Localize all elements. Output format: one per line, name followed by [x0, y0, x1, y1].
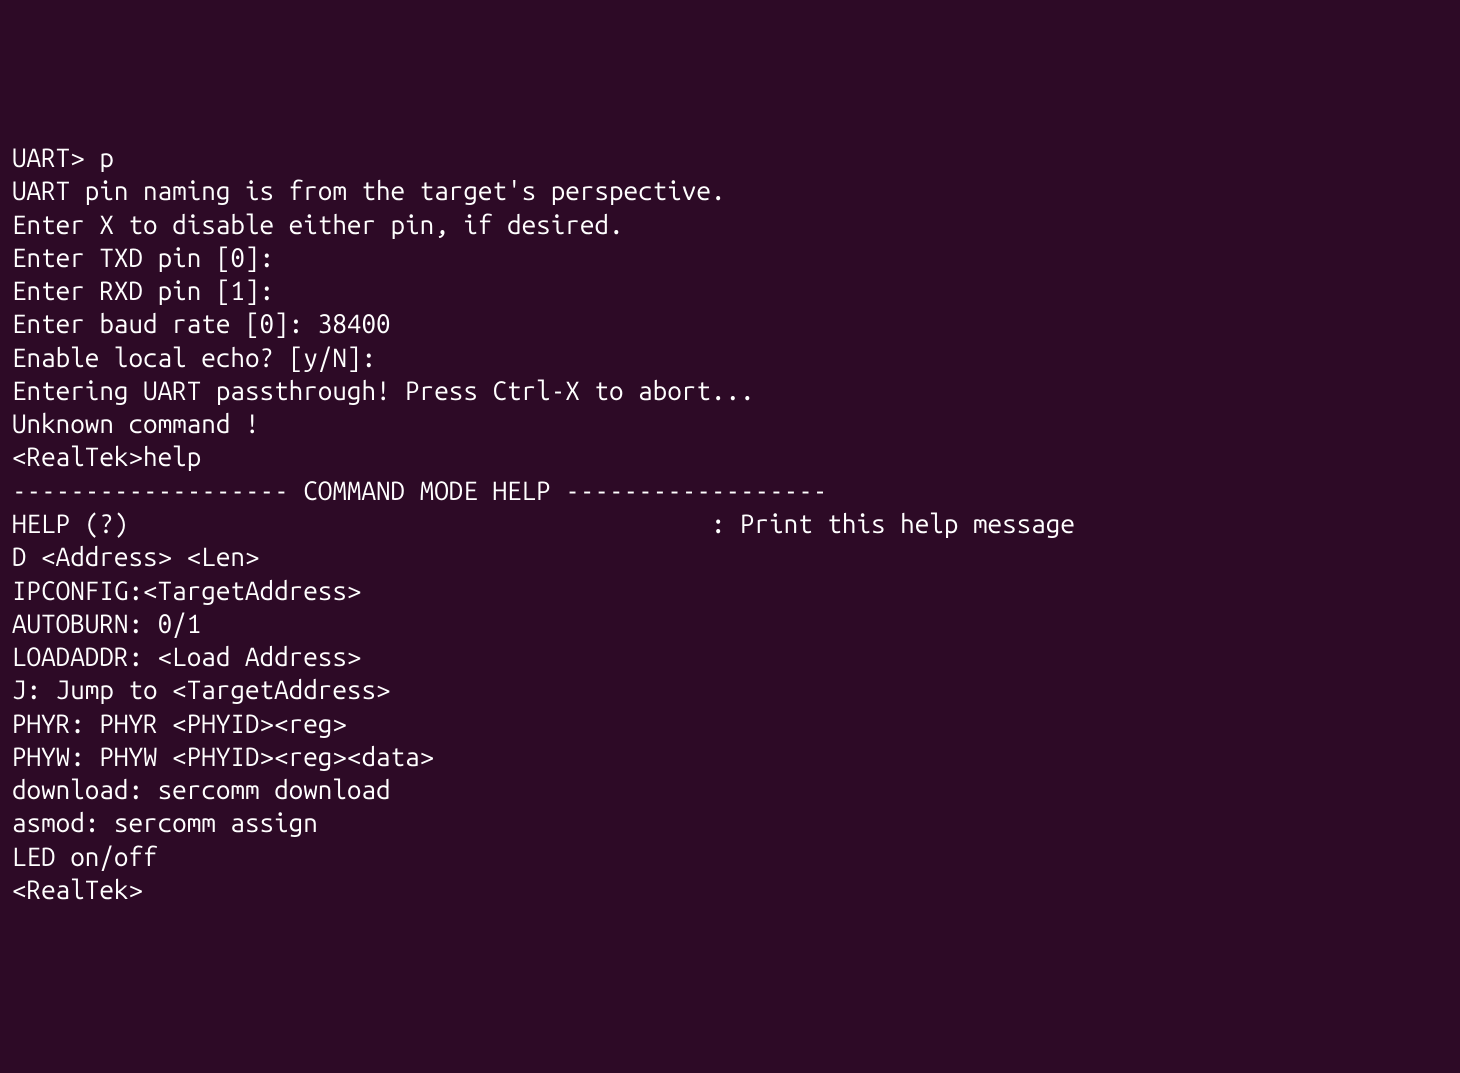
terminal-line: Enable local echo? [y/N]:: [12, 341, 1448, 374]
terminal-line: PHYW: PHYW <PHYID><reg><data>: [12, 740, 1448, 773]
terminal-line: LED on/off: [12, 840, 1448, 873]
terminal-line: HELP (?) : Print this help message: [12, 507, 1448, 540]
terminal-line: Unknown command !: [12, 407, 1448, 440]
terminal-line: UART pin naming is from the target's per…: [12, 174, 1448, 207]
terminal-prompt[interactable]: <RealTek>: [12, 873, 1448, 906]
terminal-line: LOADADDR: <Load Address>: [12, 640, 1448, 673]
terminal-line: Entering UART passthrough! Press Ctrl-X …: [12, 374, 1448, 407]
terminal-line: Enter baud rate [0]: 38400: [12, 307, 1448, 340]
terminal-line: asmod: sercomm assign: [12, 806, 1448, 839]
terminal-line: download: sercomm download: [12, 773, 1448, 806]
terminal-window[interactable]: UART> pUART pin naming is from the targe…: [12, 141, 1448, 906]
terminal-line: UART> p: [12, 141, 1448, 174]
terminal-line: D <Address> <Len>: [12, 540, 1448, 573]
terminal-line: Enter TXD pin [0]:: [12, 241, 1448, 274]
terminal-line: Enter RXD pin [1]:: [12, 274, 1448, 307]
terminal-line: <RealTek>help: [12, 440, 1448, 473]
terminal-line: AUTOBURN: 0/1: [12, 607, 1448, 640]
terminal-line: Enter X to disable either pin, if desire…: [12, 208, 1448, 241]
terminal-line: ------------------- COMMAND MODE HELP --…: [12, 474, 1448, 507]
terminal-line: J: Jump to <TargetAddress>: [12, 673, 1448, 706]
terminal-line: PHYR: PHYR <PHYID><reg>: [12, 707, 1448, 740]
terminal-line: IPCONFIG:<TargetAddress>: [12, 574, 1448, 607]
